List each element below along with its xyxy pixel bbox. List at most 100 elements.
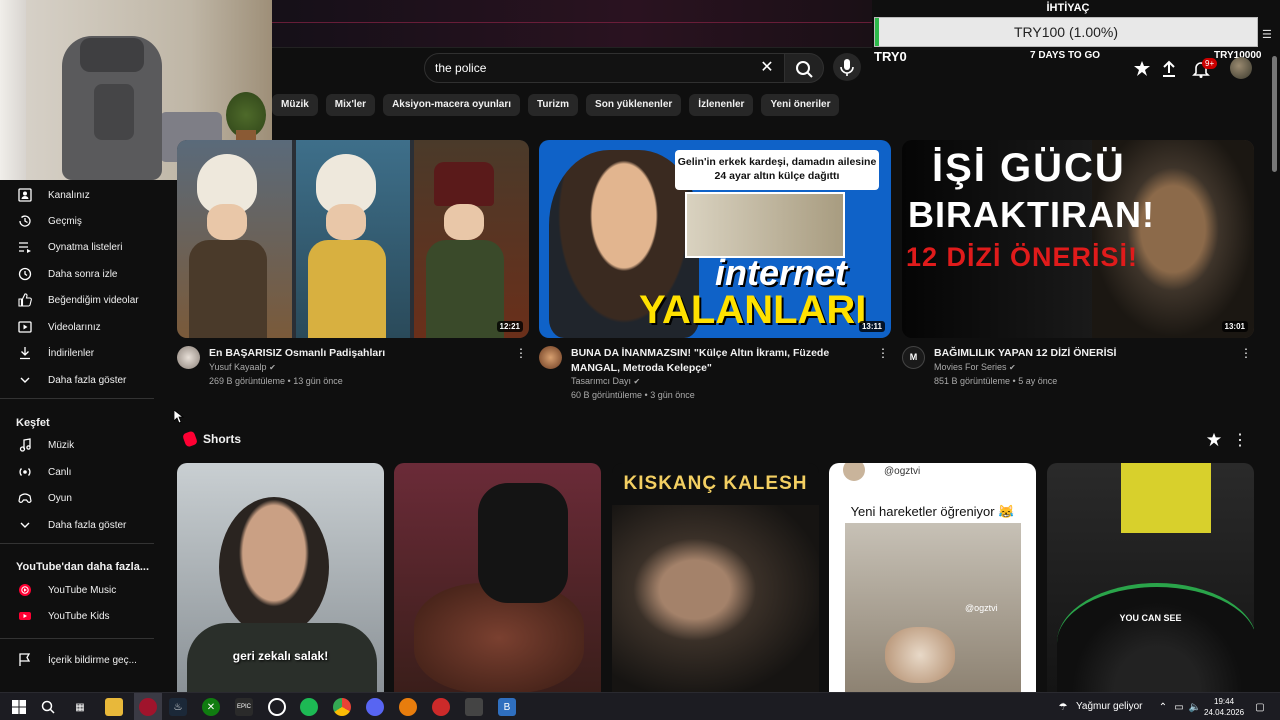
- search-icon[interactable]: [39, 698, 57, 716]
- video-thumbnail[interactable]: İŞİ GÜCÜ BIRAKTIRAN! 12 DİZİ ÖNERİSİ! 13…: [902, 140, 1254, 338]
- system-clock[interactable]: 19:44 24.04.2026: [1204, 696, 1244, 718]
- chip-son-yuklenenler[interactable]: Son yüklenenler: [586, 94, 682, 116]
- chip-mixler[interactable]: Mix'ler: [325, 94, 376, 116]
- weather-text[interactable]: Yağmur geliyor: [1076, 701, 1143, 712]
- notification-badge: 9+: [1202, 58, 1218, 69]
- sidebar-show-more-explore[interactable]: Daha fazla göster: [0, 512, 160, 538]
- more-vert-icon[interactable]: ⋮: [1240, 346, 1252, 360]
- hamburger-icon[interactable]: ☰: [1262, 28, 1272, 41]
- chrome-icon[interactable]: [333, 698, 351, 716]
- short-card[interactable]: YOU CAN SEE: [1047, 463, 1254, 693]
- xbox-icon[interactable]: ✕: [202, 698, 220, 716]
- thumbnail-text: 12 DİZİ ÖNERİSİ!: [906, 242, 1139, 272]
- chip-muzik[interactable]: Müzik: [272, 94, 318, 116]
- search-input[interactable]: the police: [435, 61, 486, 75]
- short-card[interactable]: geri zekalı salak!: [177, 463, 384, 693]
- sidebar-item-label: Müzik: [48, 439, 75, 451]
- video-thumbnail[interactable]: 12:21: [177, 140, 529, 338]
- sidebar-item-muzik[interactable]: Müzik: [0, 432, 160, 458]
- shorts-feedback-icon[interactable]: [1203, 429, 1225, 451]
- sidebar-show-more-you[interactable]: Daha fazla göster: [0, 367, 160, 393]
- chip-aksiyon[interactable]: Aksiyon-macera oyunları: [383, 94, 520, 116]
- more-vert-icon[interactable]: ⋮: [1229, 429, 1251, 451]
- chip-turizm[interactable]: Turizm: [528, 94, 579, 116]
- sidebar-item-canli[interactable]: Canlı: [0, 459, 160, 485]
- video-card[interactable]: 12:21 En BAŞARISIZ Osmanlı Padişahları Y…: [177, 140, 529, 408]
- chevron-down-icon: [17, 517, 33, 533]
- sidebar-item-youtube-music[interactable]: YouTube Music: [0, 577, 160, 603]
- more-vert-icon[interactable]: ⋮: [877, 346, 889, 360]
- search-box[interactable]: the police ✕: [424, 53, 786, 83]
- sidebar-item-begendigim-videolar[interactable]: Beğendiğim videolar: [0, 287, 160, 313]
- sidebar-item-kanaliniz[interactable]: Kanalınız: [0, 182, 160, 208]
- sidebar-item-report[interactable]: İçerik bildirme geç...: [0, 647, 160, 673]
- sidebar-item-oynatma-listeleri[interactable]: Oynatma listeleri: [0, 234, 160, 260]
- create-icon[interactable]: [1131, 58, 1153, 80]
- video-card[interactable]: Gelin'in erkek kardeşi, damadın ailesine…: [539, 140, 891, 408]
- windows-start-icon[interactable]: [10, 698, 28, 716]
- mouse-cursor-icon: [174, 410, 184, 424]
- verified-icon: ✔: [633, 377, 641, 386]
- opera-gx-icon[interactable]: [139, 698, 157, 716]
- video-meta: 269 B görüntüleme • 13 gün önce: [209, 376, 343, 386]
- verified-icon: ✔: [1009, 363, 1016, 372]
- scrollbar-thumb[interactable]: [1272, 56, 1277, 172]
- chevron-down-icon: [17, 372, 33, 388]
- sidebar-item-gecmis[interactable]: Geçmiş: [0, 208, 160, 234]
- more-vert-icon[interactable]: ⋮: [515, 346, 527, 360]
- sidebar-item-label: İndirilenler: [48, 347, 95, 359]
- short-card[interactable]: [394, 463, 601, 693]
- recording-app-icon[interactable]: [432, 698, 450, 716]
- sidebar-divider: [0, 543, 154, 544]
- channel-avatar[interactable]: M: [902, 346, 925, 369]
- donation-title: İHTİYAÇ: [1046, 2, 1090, 14]
- sidebar-item-videolariniz[interactable]: Videolarınız: [0, 314, 160, 340]
- account-avatar[interactable]: [1230, 57, 1252, 79]
- donation-progress-text: TRY100 (1.00%): [1013, 24, 1118, 40]
- sidebar-item-label: Beğendiğim videolar: [48, 294, 139, 306]
- sidebar-item-youtube-kids[interactable]: YouTube Kids: [0, 603, 160, 629]
- channel-avatar[interactable]: [539, 346, 562, 369]
- short-card[interactable]: KISKANÇ KALESH: [612, 463, 819, 693]
- file-explorer-icon[interactable]: [105, 698, 123, 716]
- live-icon: [17, 464, 33, 480]
- video-icon: [17, 319, 33, 335]
- flag-icon: [17, 652, 33, 668]
- video-title[interactable]: En BAŞARISIZ Osmanlı Padişahları: [209, 346, 509, 361]
- chip-yeni-oneriler[interactable]: Yeni öneriler: [761, 94, 840, 116]
- verified-icon: ✔: [269, 363, 276, 372]
- epic-games-icon[interactable]: EPIC: [235, 698, 253, 716]
- blender-icon[interactable]: [399, 698, 417, 716]
- upload-icon[interactable]: [1158, 58, 1180, 80]
- video-card[interactable]: İŞİ GÜCÜ BIRAKTIRAN! 12 DİZİ ÖNERİSİ! 13…: [902, 140, 1254, 408]
- short-card[interactable]: @ogztvi Yeni hareketler öğreniyor 😹 @ogz…: [829, 463, 1036, 693]
- video-thumbnail[interactable]: Gelin'in erkek kardeşi, damadın ailesine…: [539, 140, 891, 338]
- voice-search-button[interactable]: [833, 53, 861, 81]
- chip-izlenenler[interactable]: İzlenenler: [689, 94, 754, 116]
- video-title[interactable]: BUNA DA İNANMAZSIN! "Külçe Altın İkramı,…: [571, 346, 871, 376]
- channel-name[interactable]: Yusuf Kayaalp ✔: [209, 362, 276, 372]
- notification-center-icon[interactable]: ▢: [1251, 698, 1269, 716]
- search-icon: [796, 61, 813, 78]
- channel-avatar[interactable]: [177, 346, 200, 369]
- clear-icon[interactable]: ✕: [757, 58, 777, 78]
- steam-icon[interactable]: ♨: [169, 698, 187, 716]
- video-meta: 851 B görüntüleme • 5 ay önce: [934, 376, 1058, 386]
- discord-icon[interactable]: [366, 698, 384, 716]
- sidebar-item-oyun[interactable]: Oyun: [0, 485, 160, 511]
- app-icon[interactable]: [465, 698, 483, 716]
- obs-icon[interactable]: [268, 698, 286, 716]
- channel-name[interactable]: Tasarımcı Dayı ✔: [571, 376, 640, 386]
- sidebar-item-daha-sonra-izle[interactable]: Daha sonra izle: [0, 261, 160, 287]
- app-icon[interactable]: B: [498, 698, 516, 716]
- weather-rain-icon[interactable]: ☂: [1054, 698, 1072, 716]
- task-view-icon[interactable]: ▦: [71, 698, 89, 716]
- spotify-icon[interactable]: [300, 698, 318, 716]
- sidebar-item-indirilenler[interactable]: İndirilenler: [0, 340, 160, 366]
- channel-name[interactable]: Movies For Series ✔: [934, 362, 1016, 372]
- volume-icon[interactable]: 🔈: [1186, 698, 1204, 716]
- video-title[interactable]: BAĞIMLILIK YAPAN 12 DİZİ ÖNERİSİ: [934, 346, 1234, 361]
- clock-time: 19:44: [1214, 697, 1235, 706]
- search-button[interactable]: [784, 53, 824, 83]
- short-caption: YOU CAN SEE: [1119, 613, 1182, 623]
